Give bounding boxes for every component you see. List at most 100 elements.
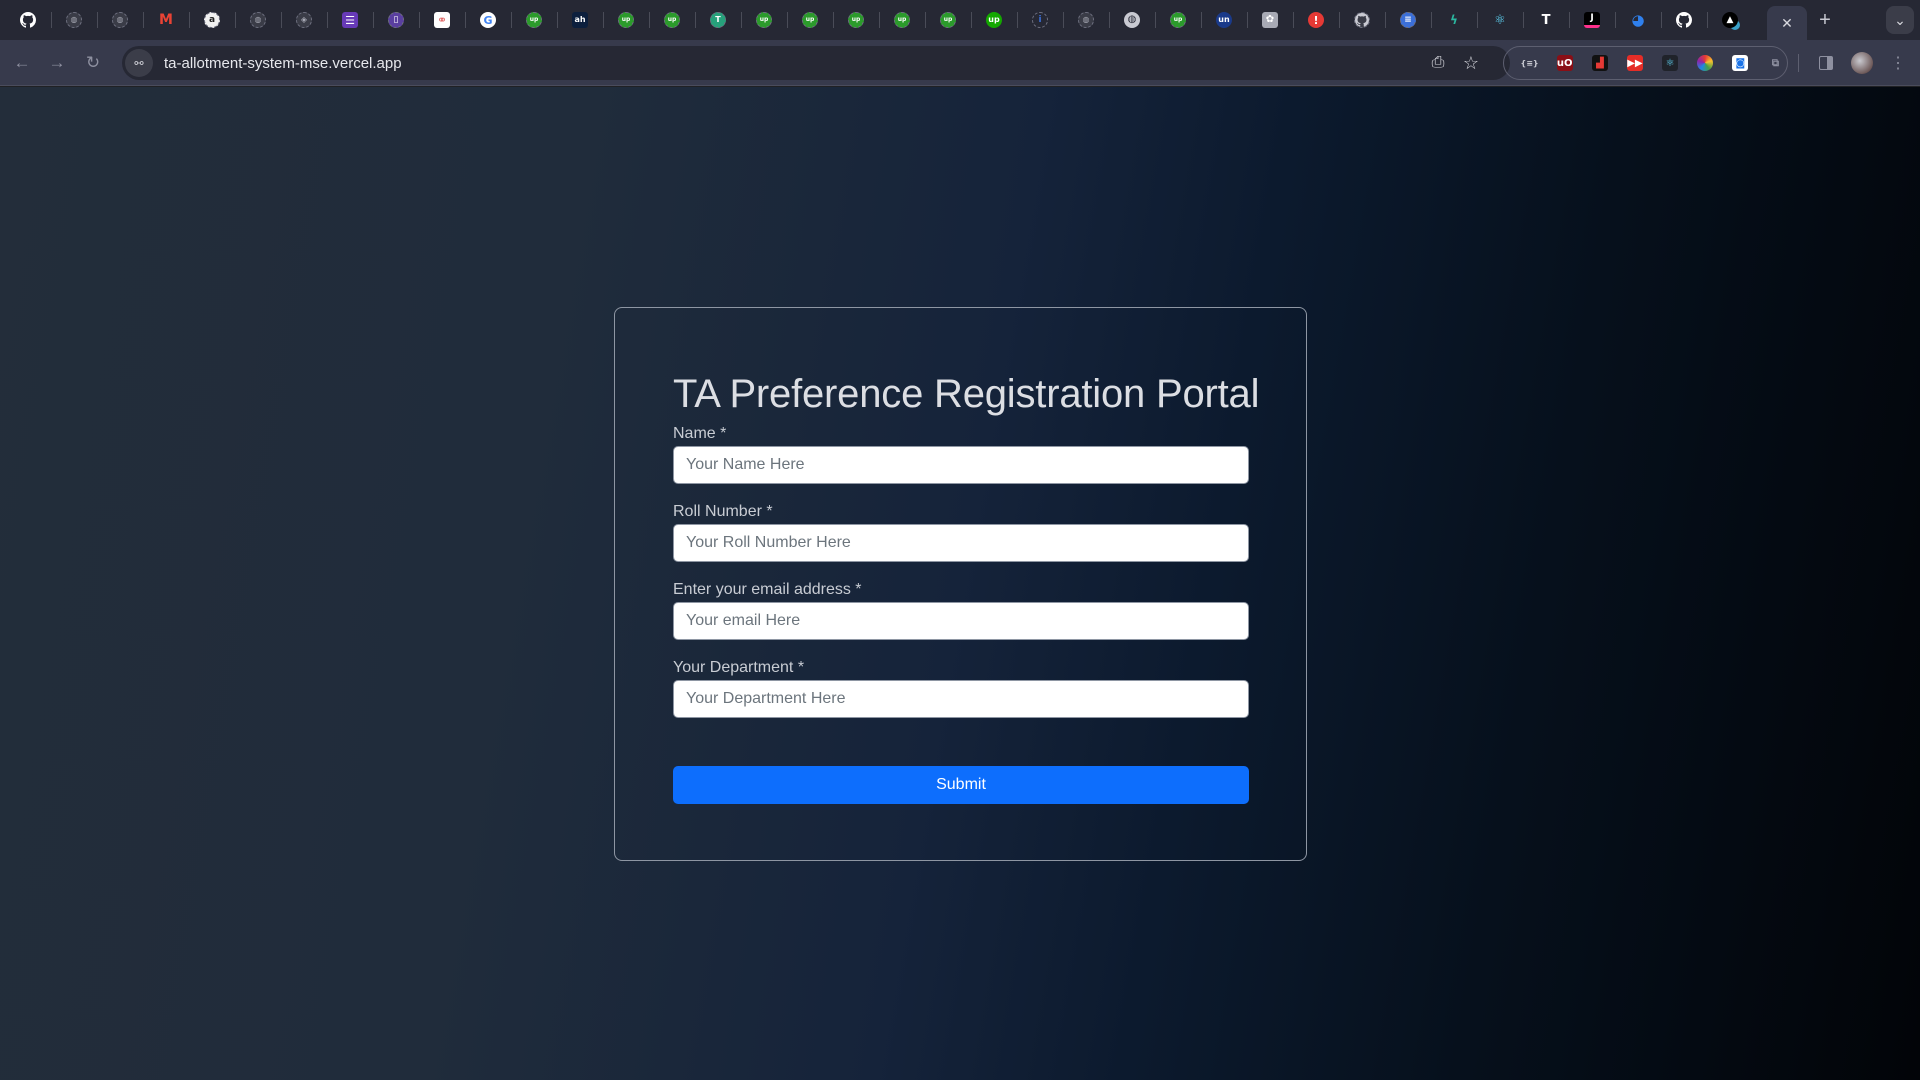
octocat-icon: ◕ xyxy=(1631,10,1645,29)
extension-button[interactable]: ◙ xyxy=(1729,51,1752,75)
browser-tab[interactable]: ◈ xyxy=(281,0,327,40)
email-field-group: Enter your email address * xyxy=(673,580,1249,640)
extension-button[interactable]: ⧉ xyxy=(1764,51,1787,75)
extension-button[interactable]: {≡} xyxy=(1518,51,1541,75)
browser-tab[interactable]: M xyxy=(143,0,189,40)
venn-icon: ⚭ xyxy=(434,12,450,28)
department-field-group: Your Department * xyxy=(673,658,1249,718)
browser-tab[interactable]: ! xyxy=(1293,0,1339,40)
tab-active[interactable]: ✕ xyxy=(1767,6,1807,40)
globe-solid-icon: ◍ xyxy=(1124,12,1140,28)
browser-tab[interactable]: ≡ xyxy=(1385,0,1431,40)
extension-button[interactable] xyxy=(1694,51,1717,75)
bookmark-button[interactable]: ☆ xyxy=(1459,51,1483,75)
amazon-icon: a xyxy=(204,12,220,28)
browser-tab[interactable]: ⚛ xyxy=(1477,0,1523,40)
email-input[interactable] xyxy=(673,602,1249,640)
department-input[interactable] xyxy=(673,680,1249,718)
browser-tab[interactable]: un xyxy=(1201,0,1247,40)
browser-tab[interactable] xyxy=(5,0,51,40)
extension-button[interactable]: ⚛ xyxy=(1659,51,1682,75)
roll-number-input[interactable] xyxy=(673,524,1249,562)
browser-tab[interactable]: ☰ xyxy=(327,0,373,40)
docs-icon: ≡ xyxy=(1400,12,1416,28)
browser-tab[interactable]: ✿ xyxy=(1247,0,1293,40)
extension-button[interactable]: ▶▶ xyxy=(1623,51,1646,75)
react-devtools-icon: ⚛ xyxy=(1662,55,1679,71)
registration-form-card: TA Preference Registration Portal Name *… xyxy=(614,307,1307,861)
browser-tab[interactable]: up xyxy=(971,0,1017,40)
arrow-right-icon: → xyxy=(48,53,66,72)
extension-button[interactable]: uO xyxy=(1553,51,1576,75)
browser-tab[interactable]: ▲ xyxy=(1707,0,1753,40)
ah-icon: ah xyxy=(572,12,588,28)
new-tab-button[interactable]: + xyxy=(1807,0,1843,40)
tab-strip: ◍ ◍ Ma ◍ ◈ ☰ ▯ ⚭ Gup ah up up Tup up up up up up i ◍ ◍ up un ✿!… xyxy=(0,0,1920,40)
tune-icon: ⚯ xyxy=(134,57,144,70)
browser-tab[interactable]: ◍ xyxy=(1063,0,1109,40)
browser-tab[interactable]: i xyxy=(1017,0,1063,40)
color-picker-icon xyxy=(1697,55,1714,71)
browser-tab[interactable] xyxy=(1661,0,1707,40)
star-icon: ☆ xyxy=(1462,52,1480,73)
browser-tab[interactable]: up xyxy=(787,0,833,40)
tab-list: ◍ ◍ Ma ◍ ◈ ☰ ▯ ⚭ Gup ah up up Tup up up up up up i ◍ ◍ up un ✿!… xyxy=(0,0,1753,40)
browser-tab[interactable]: up xyxy=(603,0,649,40)
browser-tab[interactable]: up xyxy=(1155,0,1201,40)
browser-tab[interactable]: T xyxy=(695,0,741,40)
reload-button[interactable]: ↻ xyxy=(81,51,105,75)
json-viewer-icon: {≡} xyxy=(1520,58,1539,68)
browser-tab[interactable]: J xyxy=(1569,0,1615,40)
browser-tab[interactable]: ⚭ xyxy=(419,0,465,40)
name-label: Name * xyxy=(673,425,727,442)
site-info-button[interactable]: ⚯ xyxy=(125,49,153,77)
browser-tab[interactable]: a xyxy=(189,0,235,40)
browser-tab[interactable]: T xyxy=(1523,0,1569,40)
install-app-button[interactable]: ⎙ xyxy=(1426,51,1450,75)
browser-tab[interactable]: ah xyxy=(557,0,603,40)
browser-menu-button[interactable]: ⋮ xyxy=(1886,51,1910,75)
extensions-group: {≡} uO ▟ ▶▶ ⚛ ◙ ⧉ xyxy=(1503,46,1788,80)
browser-tab[interactable]: ◍ xyxy=(97,0,143,40)
react-icon: ⚛ xyxy=(1494,12,1506,28)
browser-tab[interactable]: ◍ xyxy=(1109,0,1155,40)
browser-tab[interactable]: up xyxy=(649,0,695,40)
address-bar[interactable]: ⚯ ta-allotment-system-mse.vercel.app ⎙ ☆ xyxy=(122,46,1510,80)
chevron-down-icon: ⌄ xyxy=(1894,11,1906,28)
email-label: Enter your email address * xyxy=(673,581,862,598)
roll-number-field-group: Roll Number * xyxy=(673,502,1249,562)
browser-tab[interactable]: G xyxy=(465,0,511,40)
openai-icon: ✿ xyxy=(1262,12,1278,28)
browser-tab[interactable]: up xyxy=(925,0,971,40)
browser-tab[interactable]: ◍ xyxy=(51,0,97,40)
close-icon[interactable]: ✕ xyxy=(1781,15,1793,32)
forward-button[interactable]: → xyxy=(45,51,69,75)
browser-tab[interactable] xyxy=(1339,0,1385,40)
side-panel-button[interactable] xyxy=(1814,51,1838,75)
extension-button[interactable]: ▟ xyxy=(1588,51,1611,75)
browser-tab[interactable]: up xyxy=(833,0,879,40)
browser-tab[interactable]: ▯ xyxy=(373,0,419,40)
tab-search-button[interactable]: ⌄ xyxy=(1886,6,1914,34)
analytics-icon: ▟ xyxy=(1591,55,1608,71)
url-text[interactable]: ta-allotment-system-mse.vercel.app xyxy=(164,55,402,72)
profile-avatar[interactable] xyxy=(1851,52,1873,74)
browser-tab[interactable]: up xyxy=(511,0,557,40)
upwork-icon: up xyxy=(526,12,542,28)
browser-tab[interactable]: ϟ xyxy=(1431,0,1477,40)
browser-tab[interactable]: ◍ xyxy=(235,0,281,40)
upwork-icon: up xyxy=(894,12,910,28)
toolbar-divider xyxy=(1798,54,1799,72)
back-button[interactable]: ← xyxy=(10,51,34,75)
name-input[interactable] xyxy=(673,446,1249,484)
github-icon xyxy=(1676,12,1692,28)
browser-toolbar: ← → ↻ ⚯ ta-allotment-system-mse.vercel.a… xyxy=(0,40,1920,86)
browser-tab[interactable]: up xyxy=(741,0,787,40)
squiggle-icon: ϟ xyxy=(1450,13,1458,27)
side-panel-icon xyxy=(1819,56,1833,70)
submit-button[interactable]: Submit xyxy=(673,766,1249,804)
google-icon: G xyxy=(480,12,496,28)
browser-tab[interactable]: up xyxy=(879,0,925,40)
browser-tab[interactable]: ◕ xyxy=(1615,0,1661,40)
upwork-icon: up xyxy=(802,12,818,28)
